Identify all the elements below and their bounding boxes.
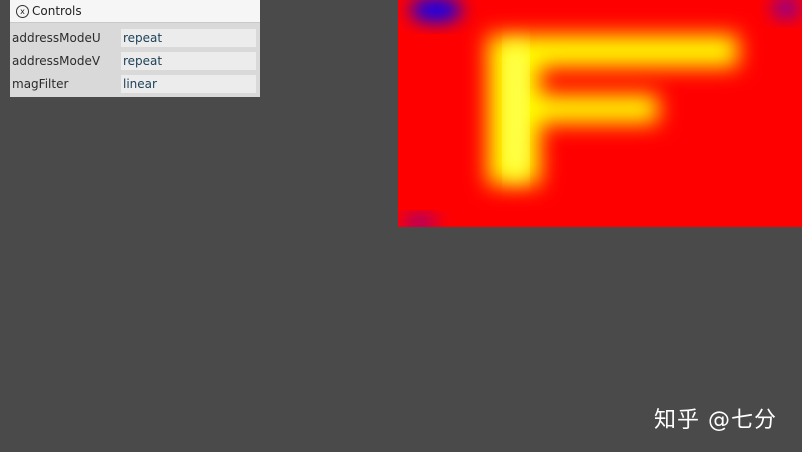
controls-list: addressModeU repeat addressModeV repeat … [10,23,260,95]
control-row-addressModeU: addressModeU repeat [10,26,260,49]
control-row-addressModeV: addressModeV repeat [10,49,260,72]
control-label: addressModeU [12,30,101,45]
texture-preview [398,0,802,227]
mag-filter-select[interactable]: linear [121,74,256,93]
controls-panel-header[interactable]: x Controls [10,0,260,23]
controls-panel: x Controls addressModeU repeat addressMo… [10,0,260,97]
control-label: magFilter [12,76,69,91]
control-row-magFilter: magFilter linear [10,72,260,95]
close-icon[interactable]: x [16,4,29,18]
render-canvas[interactable] [398,0,802,227]
texture-letter-f-highlight [506,45,526,175]
address-mode-u-select[interactable]: repeat [121,28,256,47]
panel-title: Controls [32,4,82,18]
control-label: addressModeV [12,53,101,68]
watermark-text: 知乎 @七分 [654,408,777,433]
address-mode-v-select[interactable]: repeat [121,51,256,70]
app-viewport: x Controls addressModeU repeat addressMo… [0,0,802,452]
